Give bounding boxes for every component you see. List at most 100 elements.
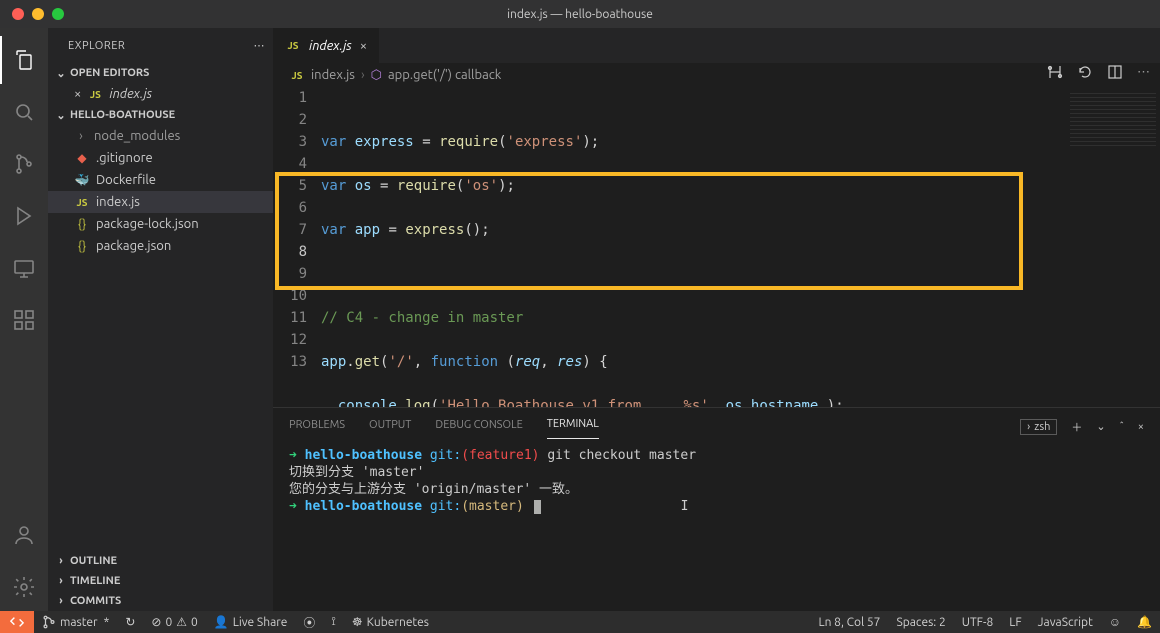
t: log	[405, 398, 430, 407]
editor-body[interactable]: 1234567 8910111213 var express = require…	[273, 87, 1160, 407]
activity-search-icon[interactable]	[0, 88, 48, 136]
file-item-packagelock[interactable]: {} package-lock.json	[48, 213, 273, 235]
open-editor-filename: index.js	[109, 87, 152, 101]
tab-close-icon[interactable]: ×	[360, 39, 367, 53]
json-file-icon: {}	[74, 216, 90, 232]
file-item-gitignore[interactable]: ◆ .gitignore	[48, 147, 273, 169]
revert-icon[interactable]	[1077, 64, 1093, 80]
activity-explorer-icon[interactable]	[0, 36, 48, 84]
status-lncol[interactable]: Ln 8, Col 57	[810, 616, 888, 629]
remote-indicator[interactable]	[0, 611, 34, 633]
minimap-content	[1070, 93, 1156, 149]
t: var	[321, 178, 346, 194]
status-spaces[interactable]: Spaces: 2	[888, 616, 953, 629]
code-content[interactable]: var express = require('express'); var os…	[321, 87, 1060, 407]
warning-count: 0	[191, 616, 198, 629]
k8s-icon: ☸	[352, 615, 363, 629]
chevron-down-icon: ⌄	[54, 108, 68, 122]
close-editor-icon[interactable]: ×	[74, 87, 81, 101]
breadcrumb[interactable]: JS index.js › ⬡ app.get('/') callback	[273, 63, 1160, 87]
activity-account-icon[interactable]	[0, 511, 48, 559]
status-sync[interactable]: ↻	[117, 615, 143, 629]
json-file-icon: {}	[74, 238, 90, 254]
open-editor-item[interactable]: × JS index.js	[48, 83, 273, 105]
prompt-git: git:	[430, 448, 461, 463]
status-notifications-icon[interactable]: 🔔	[1129, 615, 1160, 629]
prompt-arrow: ➜	[289, 448, 297, 463]
activity-remote-icon[interactable]	[0, 244, 48, 292]
sync-icon: ↻	[125, 615, 135, 629]
panel-tab-problems[interactable]: PROBLEMS	[289, 415, 345, 439]
split-editor-icon[interactable]	[1107, 64, 1123, 80]
terminal[interactable]: ➜ hello-boathouse git:(feature1) git che…	[273, 439, 1160, 611]
sidebar-more-icon[interactable]: ⋯	[254, 39, 266, 52]
t: var	[321, 222, 346, 238]
branch-icon	[42, 615, 56, 629]
status-bar: master* ↻ ⊘0 ⚠0 👤 Live Share ⦿ ⟟ ☸ Kuber…	[0, 611, 1160, 633]
file-label: Dockerfile	[96, 173, 156, 187]
status-mystery2[interactable]: ⟟	[323, 615, 343, 629]
file-item-packagejson[interactable]: {} package.json	[48, 235, 273, 257]
editor-more-icon[interactable]: ⋯	[1137, 65, 1150, 80]
liveshare-icon: 👤	[214, 615, 229, 629]
t: '/'	[388, 354, 413, 370]
activity-scm-icon[interactable]	[0, 140, 48, 188]
t: function	[431, 354, 498, 370]
t: 'express'	[507, 134, 583, 150]
status-kubernetes[interactable]: ☸ Kubernetes	[344, 615, 437, 629]
terminal-line: 切换到分支 'master'	[289, 464, 1144, 481]
js-file-icon: JS	[87, 86, 103, 102]
branch-name: master	[60, 616, 98, 629]
breadcrumb-file: index.js	[311, 68, 355, 82]
minimap[interactable]	[1060, 87, 1160, 407]
folder-header[interactable]: ⌄ HELLO-BOATHOUSE	[48, 105, 273, 125]
split-terminal-chevron-icon[interactable]: ⌄	[1096, 420, 1105, 433]
timeline-header[interactable]: › TIMELINE	[48, 571, 273, 591]
status-mystery1[interactable]: ⦿	[295, 614, 323, 631]
status-language[interactable]: JavaScript	[1030, 616, 1101, 629]
prompt-git: git:	[430, 499, 461, 514]
editor-tab[interactable]: JS index.js ×	[273, 28, 380, 63]
activity-extensions-icon[interactable]	[0, 296, 48, 344]
error-count: 0	[165, 616, 172, 629]
window-close-button[interactable]	[12, 8, 24, 20]
t: require	[439, 134, 498, 150]
t: app	[321, 354, 346, 370]
k8s-label: Kubernetes	[367, 616, 429, 629]
panel-tab-output[interactable]: OUTPUT	[369, 415, 411, 439]
t: express	[355, 134, 414, 150]
file-item-dockerfile[interactable]: 🐳 Dockerfile	[48, 169, 273, 191]
editor-actions: ⋯	[1047, 64, 1150, 80]
status-liveshare[interactable]: 👤 Live Share	[206, 615, 296, 629]
status-encoding[interactable]: UTF-8	[954, 616, 1001, 629]
panel-tab-terminal[interactable]: TERMINAL	[547, 414, 599, 439]
file-item-folder[interactable]: › node_modules	[48, 125, 273, 147]
new-terminal-icon[interactable]: ＋	[1071, 419, 1082, 435]
activity-run-icon[interactable]	[0, 192, 48, 240]
file-item-indexjs[interactable]: JS index.js	[48, 191, 273, 213]
section-label: TIMELINE	[70, 575, 120, 587]
file-label: package-lock.json	[96, 217, 199, 231]
commits-header[interactable]: › COMMITS	[48, 591, 273, 611]
file-label: node_modules	[94, 129, 180, 143]
outline-header[interactable]: › OUTLINE	[48, 551, 273, 571]
tab-label: index.js	[309, 39, 352, 53]
status-branch[interactable]: master*	[34, 615, 117, 629]
compare-changes-icon[interactable]	[1047, 64, 1063, 80]
close-panel-icon[interactable]: ×	[1138, 421, 1144, 433]
window-maximize-button[interactable]	[52, 8, 64, 20]
status-eol[interactable]: LF	[1001, 616, 1029, 629]
t: 'Hello Boathouse v1 from ... %s'	[439, 398, 709, 407]
file-label: index.js	[96, 195, 140, 209]
section-label: COMMITS	[70, 595, 121, 607]
panel-tab-debugconsole[interactable]: DEBUG CONSOLE	[435, 415, 522, 439]
window-minimize-button[interactable]	[32, 8, 44, 20]
terminal-shell-selector[interactable]: › zsh	[1020, 419, 1057, 435]
status-problems[interactable]: ⊘0 ⚠0	[143, 615, 205, 629]
title-bar: index.js — hello-boathouse	[0, 0, 1160, 28]
activity-settings-gear-icon[interactable]	[0, 563, 48, 611]
prompt-branch: (feature1)	[461, 448, 539, 463]
open-editors-header[interactable]: ⌄ OPEN EDITORS	[48, 63, 273, 83]
status-feedback-icon[interactable]: ☺	[1101, 615, 1129, 629]
maximize-panel-icon[interactable]: ˆ	[1120, 421, 1124, 433]
